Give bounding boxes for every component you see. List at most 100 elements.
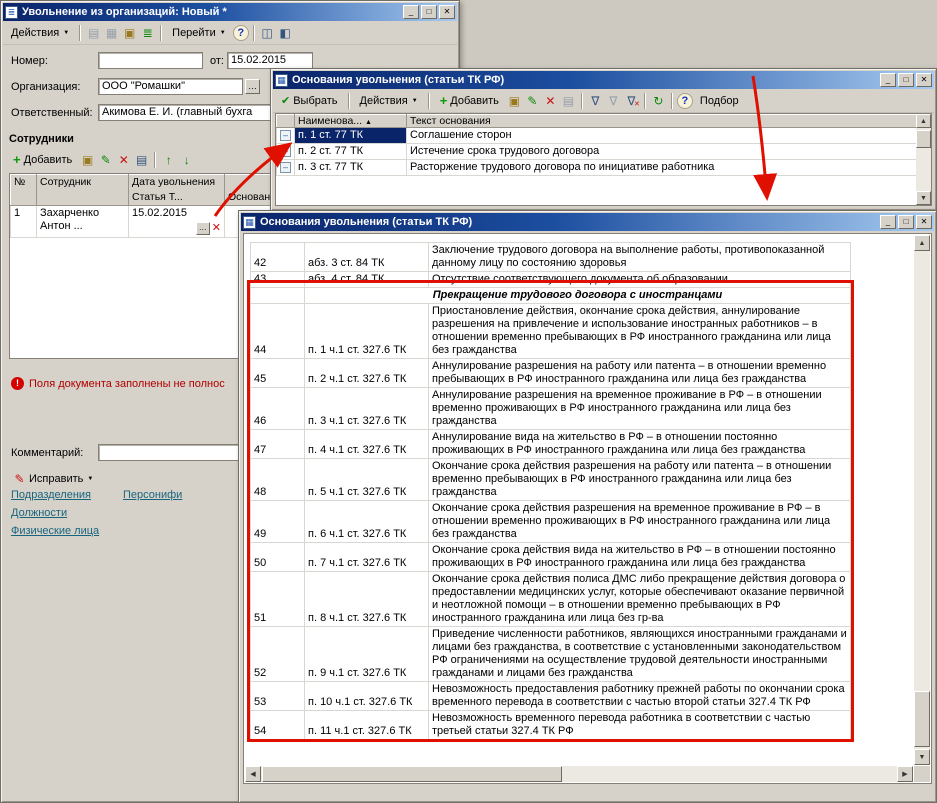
link-persons[interactable]: Физические лица — [11, 525, 99, 537]
main-titlebar[interactable]: ≣ Увольнение из организаций: Новый * _ □… — [3, 3, 457, 21]
text-column-header[interactable]: Текст основания — [407, 115, 921, 128]
basis-list-row[interactable]: – п. 2 ст. 77 ТК Истечение срока трудово… — [277, 144, 921, 160]
basis-detail-row[interactable]: 49 п. 6 ч.1 ст. 327.6 ТК Окончание срока… — [251, 501, 851, 543]
detail-horizontal-scrollbar[interactable]: ◀ ▶ — [245, 766, 913, 782]
detail-vertical-scrollbar[interactable]: ▲ ▼ — [914, 235, 930, 765]
clear-value-icon[interactable]: ✕ — [212, 222, 221, 235]
actions-button[interactable]: Действия▼ — [5, 24, 75, 42]
basis-detail-row[interactable]: 50 п. 7 ч.1 ст. 327.6 ТК Окончание срока… — [251, 543, 851, 572]
report-icon[interactable]: ≣ — [139, 24, 156, 41]
add-row-button[interactable]: +Добавить — [7, 149, 78, 170]
scroll-right-icon[interactable]: ▶ — [897, 766, 913, 782]
link-positions[interactable]: Должности — [11, 507, 67, 519]
close-button[interactable]: ✕ — [439, 5, 455, 19]
basis-detail-row[interactable]: 51 п. 8 ч.1 ст. 327.6 ТК Окончание срока… — [251, 572, 851, 627]
date-input[interactable]: 15.02.2015 — [227, 52, 313, 69]
basis-detail-row[interactable]: 45 п. 2 ч.1 ст. 327.6 ТК Аннулирование р… — [251, 359, 851, 388]
employee-date-article-cell[interactable]: 15.02.2015 … ✕ — [129, 206, 225, 238]
actions-button[interactable]: Действия▼ — [354, 92, 424, 110]
basis-text-cell[interactable]: Истечение срока трудового договора — [407, 144, 921, 160]
organization-input[interactable]: ООО "Ромашки" — [98, 78, 243, 95]
scroll-down-icon[interactable]: ▼ — [916, 191, 931, 205]
basis-text-cell[interactable]: Соглашение сторон — [407, 128, 921, 144]
save-icon[interactable]: ▤ — [85, 24, 102, 41]
basis-text-cell[interactable]: Расторжение трудового договора по инициа… — [407, 160, 921, 176]
basis-detail-row[interactable]: 42 абз. 3 ст. 84 ТК Заключение трудового… — [251, 243, 851, 272]
delete-icon[interactable]: ✕ — [542, 92, 559, 109]
link-personified[interactable]: Персонифи — [123, 489, 182, 501]
col-employee-header[interactable]: Сотрудник — [37, 175, 129, 206]
scrollbar-thumb[interactable] — [262, 766, 562, 782]
article-editor[interactable]: … ✕ — [132, 220, 221, 236]
basis-detail-row[interactable]: 43 абз. 4 ст. 84 ТК Отсутствие соответст… — [251, 272, 851, 288]
move-up-icon[interactable]: ↑ — [160, 151, 177, 168]
group-header-row[interactable]: Прекращение трудового договора с иностра… — [251, 288, 851, 304]
close-button[interactable]: ✕ — [916, 215, 932, 229]
goto-button[interactable]: Перейти▼ — [166, 24, 232, 42]
basis-detail-row[interactable]: 54 п. 11 ч.1 ст. 327.6 ТК Невозможность … — [251, 711, 851, 740]
copy-icon[interactable]: ▣ — [121, 24, 138, 41]
document-toolbar: Действия▼ ▤ ▦ ▣ ≣ Перейти▼ ? ◫ ◧ — [3, 21, 457, 45]
scroll-left-icon[interactable]: ◀ — [245, 766, 261, 782]
refresh-icon[interactable]: ↻ — [650, 92, 667, 109]
clear-filter-icon[interactable]: ∇✕ — [623, 92, 640, 109]
scrollbar-thumb[interactable] — [916, 130, 931, 148]
scroll-up-icon[interactable]: ▲ — [916, 114, 931, 128]
help-button[interactable]: ? — [233, 25, 249, 41]
edit-row-icon[interactable]: ✎ — [97, 151, 114, 168]
list-icon[interactable]: ▤ — [133, 151, 150, 168]
basis-detail-row[interactable]: 44 п. 1 ч.1 ст. 327.6 ТК Приостановление… — [251, 304, 851, 359]
basis-detail-row[interactable]: 52 п. 9 ч.1 ст. 327.6 ТК Приведение числ… — [251, 627, 851, 682]
name-column-header[interactable]: Наименова... ▲ — [295, 115, 407, 128]
fix-button[interactable]: ✎ Исправить ▼ — [7, 469, 99, 488]
basis-list-row[interactable]: – п. 1 ст. 77 ТК Соглашение сторон — [277, 128, 921, 144]
save-list-icon[interactable]: ▤ — [560, 92, 577, 109]
dismissal-date-value[interactable]: 15.02.2015 — [132, 207, 221, 220]
scrollbar-thumb[interactable] — [914, 691, 930, 747]
list-vertical-scrollbar[interactable]: ▲ ▼ — [916, 114, 931, 205]
close-button[interactable]: ✕ — [916, 73, 932, 87]
maximize-button[interactable]: □ — [898, 73, 914, 87]
maximize-button[interactable]: □ — [898, 215, 914, 229]
basis-list-row[interactable]: – п. 3 ст. 77 ТК Расторжение трудового д… — [277, 160, 921, 176]
list-settings-icon[interactable]: ◫ — [259, 24, 276, 41]
minimize-button[interactable]: _ — [403, 5, 419, 19]
basis-detail-row[interactable]: 53 п. 10 ч.1 ст. 327.6 ТК Невозможность … — [251, 682, 851, 711]
link-departments[interactable]: Подразделения — [11, 489, 91, 501]
post-document-icon[interactable]: ▦ — [103, 24, 120, 41]
form-settings-icon[interactable]: ◧ — [277, 24, 294, 41]
basis-article-cell[interactable]: п. 2 ст. 77 ТК — [295, 144, 407, 160]
delete-row-icon[interactable]: ✕ — [115, 151, 132, 168]
filter-icon[interactable]: ∇ — [605, 92, 622, 109]
add-button[interactable]: +Добавить — [434, 90, 505, 111]
article-select-button[interactable]: … — [196, 222, 210, 235]
add-copy-icon[interactable]: ▣ — [506, 92, 523, 109]
basis-text-cell: Аннулирование разрешения на временное пр… — [429, 388, 851, 430]
article-cell: п. 7 ч.1 ст. 327.6 ТК — [305, 543, 429, 572]
employee-name-cell[interactable]: Захарченко Антон ... — [37, 206, 129, 238]
col-num-header[interactable]: № — [11, 175, 37, 206]
number-input[interactable] — [98, 52, 203, 69]
col-date-article-header[interactable]: Дата увольненияСтатья Т... — [129, 175, 225, 206]
copy-row-icon[interactable]: ▣ — [79, 151, 96, 168]
basis-detail-row[interactable]: 48 п. 5 ч.1 ст. 327.6 ТК Окончание срока… — [251, 459, 851, 501]
basis-article-cell[interactable]: п. 3 ст. 77 ТК — [295, 160, 407, 176]
minimize-button[interactable]: _ — [880, 73, 896, 87]
move-down-icon[interactable]: ↓ — [178, 151, 195, 168]
minimize-button[interactable]: _ — [880, 215, 896, 229]
maximize-button[interactable]: □ — [421, 5, 437, 19]
basis-detail-row[interactable]: 47 п. 4 ч.1 ст. 327.6 ТК Аннулирование в… — [251, 430, 851, 459]
detail-titlebar[interactable]: ▦ Основания увольнения (статьи ТК РФ) _ … — [241, 213, 934, 231]
organization-select-button[interactable]: … — [245, 79, 260, 94]
edit-icon[interactable]: ✎ — [524, 92, 541, 109]
filter-by-value-icon[interactable]: ∇ — [587, 92, 604, 109]
scroll-up-icon[interactable]: ▲ — [914, 235, 930, 251]
select-button[interactable]: ✔Выбрать — [275, 91, 344, 110]
pick-button[interactable]: Подбор — [694, 92, 745, 110]
scroll-down-icon[interactable]: ▼ — [914, 749, 930, 765]
basis-detail-row[interactable]: 46 п. 3 ч.1 ст. 327.6 ТК Аннулирование р… — [251, 388, 851, 430]
list-titlebar[interactable]: ▦ Основания увольнения (статьи ТК РФ) _ … — [273, 71, 934, 89]
basis-article-cell[interactable]: п. 1 ст. 77 ТК — [295, 128, 407, 144]
help-button[interactable]: ? — [677, 93, 693, 109]
icon-column-header[interactable] — [277, 115, 295, 128]
